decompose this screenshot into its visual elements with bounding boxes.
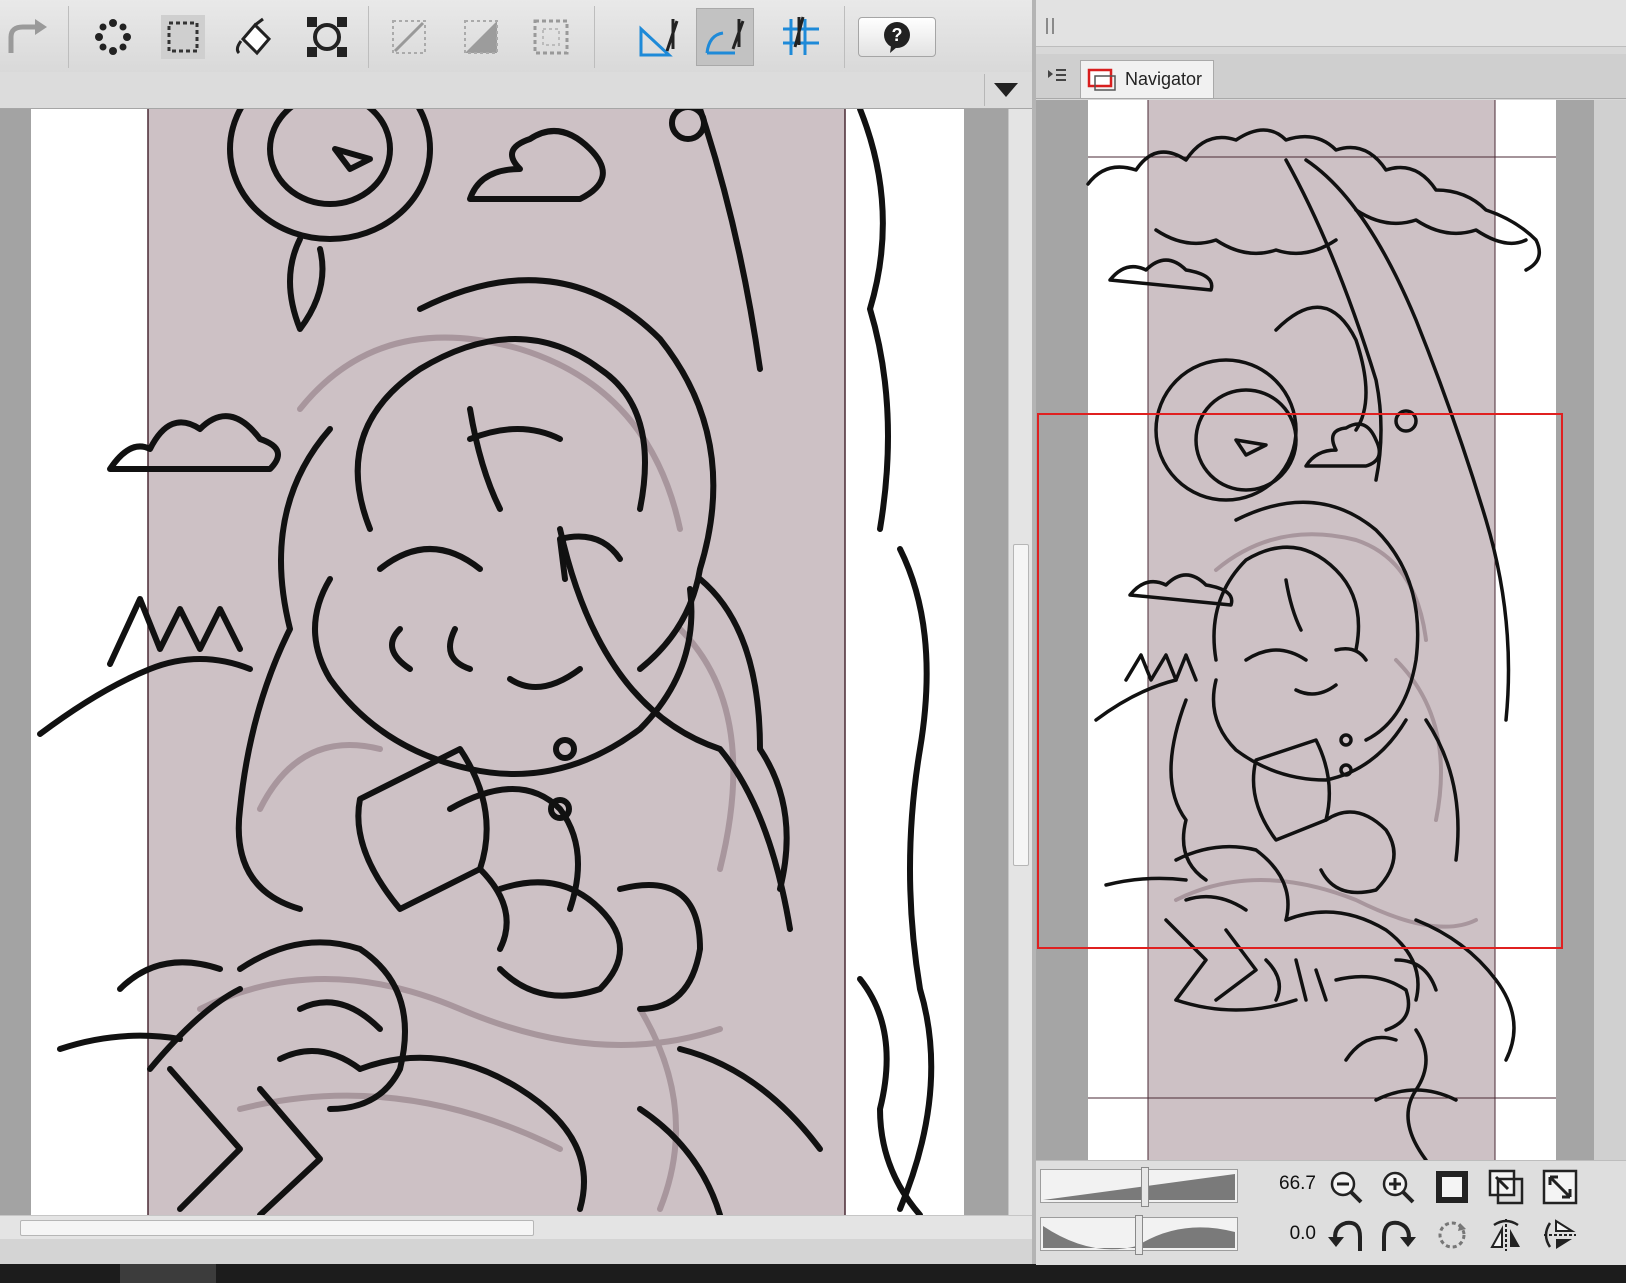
panel-tab-strip: Navigator [1036,54,1626,99]
reset-rotation-button[interactable] [1432,1215,1472,1255]
zoom-in-button[interactable] [1378,1167,1418,1207]
rotate-left-button[interactable] [1326,1215,1366,1255]
fit-view-icon [1436,1171,1468,1203]
special-ruler-snap-button[interactable] [696,8,754,66]
actual-size-icon [1542,1169,1578,1205]
fill-icon [235,17,272,56]
rotate-left-icon [1328,1220,1362,1251]
vertical-scroll-thumb[interactable] [1013,544,1029,866]
transform-points-button[interactable] [84,8,142,66]
actual-size-button[interactable] [1540,1167,1580,1207]
ruler-snap-icon [639,19,679,57]
ruler-snap-button[interactable] [630,8,688,66]
navigator-icon [1087,68,1116,91]
navigator-controls: 66.7 0.0 [1036,1160,1626,1265]
canvas-tab-strip [0,72,1032,109]
canvas-viewport[interactable] [0,109,1008,1215]
redo-icon [8,19,47,53]
help-icon: ? [884,22,910,53]
transform-button[interactable] [298,8,356,66]
horizontal-scroll-thumb[interactable] [20,1220,534,1236]
canvas-illustration[interactable] [0,109,1008,1215]
guide-icon [392,20,426,54]
flip-vertical-button[interactable] [1540,1215,1580,1255]
zoom-slider[interactable] [1040,1167,1238,1207]
zoom-slider-thumb[interactable] [1141,1167,1149,1207]
panel-header [1036,0,1626,47]
tab-navigator[interactable]: Navigator [1080,60,1214,98]
panel-right-strip [1594,100,1626,1160]
selection-button[interactable] [154,8,212,66]
flip-vertical-icon [1544,1219,1576,1249]
fill-button[interactable] [226,8,284,66]
zoom-out-button[interactable] [1326,1167,1366,1207]
rotate-right-icon [1382,1220,1416,1251]
canvas-tab-menu-button[interactable] [984,74,1027,106]
navigator-thumbnail[interactable] [1036,100,1594,1160]
reset-rotation-icon [1438,1221,1466,1249]
navigator-panel: Navigator 66.7 0.0 [1036,0,1626,1265]
navigator-tab-label: Navigator [1125,69,1203,89]
zoom-in-icon [1382,1171,1415,1204]
navigator-preview[interactable] [1036,100,1594,1160]
rotation-slider-thumb[interactable] [1135,1215,1143,1255]
help-button[interactable]: ? [858,17,936,57]
rotation-value[interactable]: 0.0 [1252,1223,1316,1245]
flip-horizontal-button[interactable] [1486,1215,1526,1255]
fit-navigator-icon [1488,1169,1524,1205]
rotation-slider[interactable] [1040,1215,1238,1255]
canvas-vertical-scrollbar[interactable] [1008,109,1033,1215]
ruler-button[interactable] [452,8,510,66]
guide-button[interactable] [380,8,438,66]
taskbar [0,1264,1626,1283]
panel-menu-button[interactable] [1042,62,1072,92]
grip-icon[interactable] [1044,16,1056,36]
command-bar: ? [0,0,1032,73]
taskbar-item[interactable] [120,1264,216,1283]
transform-icon [307,17,347,57]
grid-snap-button[interactable] [772,8,830,66]
special-ruler-snap-icon [705,19,745,55]
fit-navigator-button[interactable] [1486,1167,1526,1207]
redo-button[interactable] [0,8,58,66]
zoom-slider-track [1043,1174,1235,1200]
flip-horizontal-icon [1490,1219,1520,1251]
transform-points-icon [95,19,131,55]
zoom-value[interactable]: 66.7 [1252,1173,1316,1195]
selection-icon [161,15,205,59]
grid-icon [533,19,569,55]
status-area [0,1239,1032,1264]
rotate-right-button[interactable] [1378,1215,1418,1255]
grid-snap-icon [783,16,819,55]
ruler-icon [464,20,498,54]
canvas-horizontal-scrollbar[interactable] [0,1215,1032,1240]
fit-to-view-button[interactable] [1432,1167,1472,1207]
zoom-out-icon [1330,1171,1363,1204]
panel-menu-icon [1048,69,1066,81]
grid-button[interactable] [522,8,580,66]
chevron-down-icon [994,83,1018,97]
svg-text:?: ? [892,25,903,45]
